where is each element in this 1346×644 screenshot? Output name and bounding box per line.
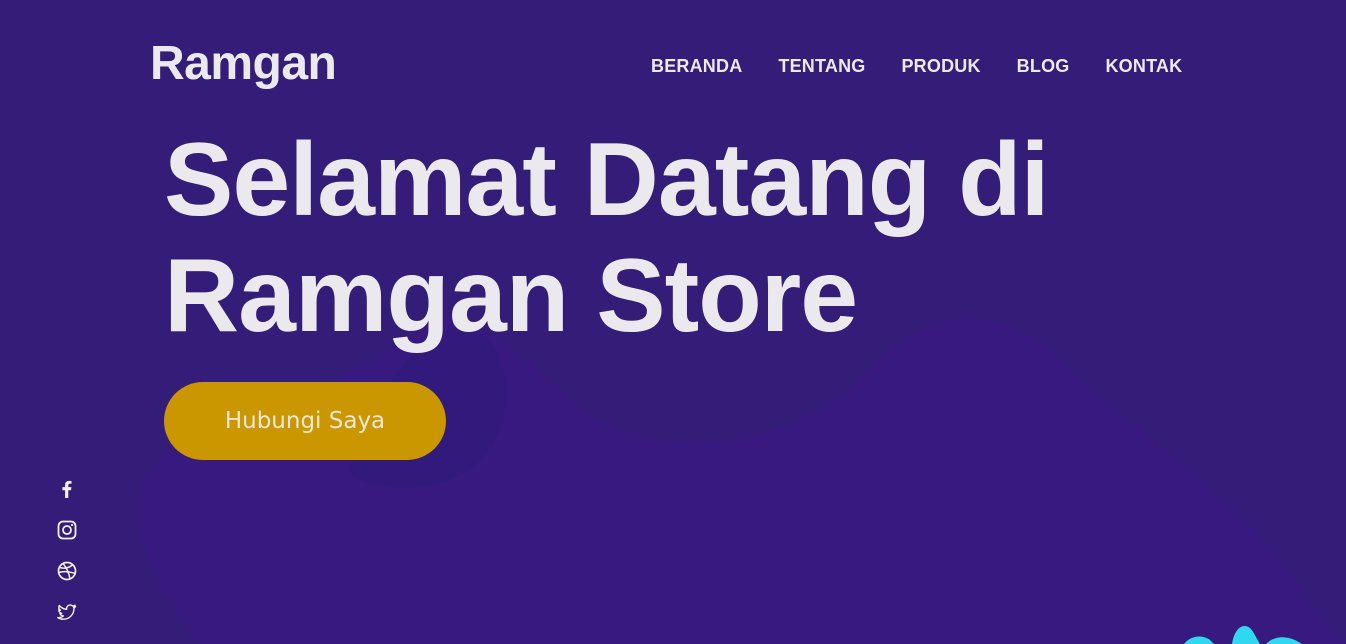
hero-title-line2: Ramgan Store [164, 238, 858, 354]
twitter-icon[interactable] [56, 601, 78, 623]
brand-logo[interactable]: Ramgan [150, 36, 337, 92]
social-links [56, 478, 78, 642]
decorative-cyan-shape [1184, 625, 1302, 644]
main-nav: BERANDA TENTANG PRODUK BLOG KONTAK [651, 54, 1182, 78]
nav-item-blog[interactable]: BLOG [1017, 54, 1070, 78]
nav-item-tentang[interactable]: TENTANG [778, 54, 865, 78]
nav-item-kontak[interactable]: KONTAK [1105, 54, 1182, 78]
dribbble-icon[interactable] [56, 560, 78, 582]
nav-item-beranda[interactable]: BERANDA [651, 54, 742, 78]
hero-title: Selamat Datang di Ramgan Store [164, 122, 1164, 354]
nav-item-produk[interactable]: PRODUK [901, 54, 980, 78]
facebook-icon[interactable] [56, 478, 78, 500]
instagram-icon[interactable] [56, 519, 78, 541]
contact-me-button[interactable]: Hubungi Saya [164, 382, 446, 460]
hero-title-line1: Selamat Datang di [164, 122, 1050, 238]
